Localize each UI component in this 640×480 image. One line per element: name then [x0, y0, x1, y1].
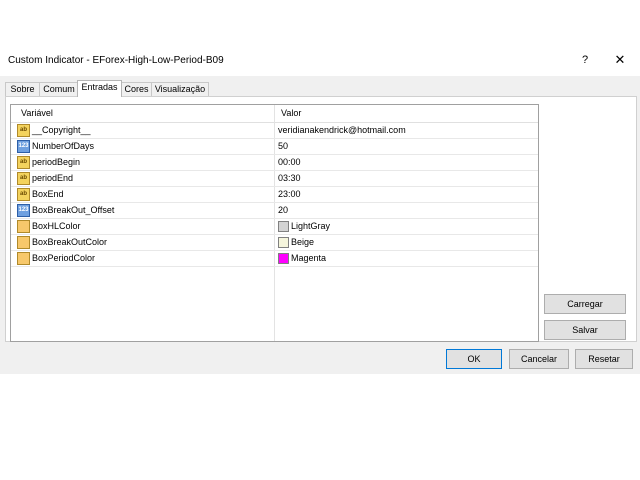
color-type-icon: [17, 220, 30, 233]
color-swatch[interactable]: [278, 237, 289, 248]
table-row[interactable]: BoxPeriodColor Magenta: [11, 250, 538, 267]
variable-name: BoxPeriodColor: [32, 253, 96, 263]
header-variable[interactable]: Variável: [21, 108, 53, 118]
variable-value[interactable]: 50: [278, 141, 288, 151]
window-title: Custom Indicator - EForex-High-Low-Perio…: [8, 55, 224, 66]
header-value[interactable]: Valor: [281, 108, 301, 118]
table-row[interactable]: BoxHLColor LightGray: [11, 218, 538, 235]
number-type-icon: 123: [17, 204, 30, 217]
variable-name: BoxBreakOut_Offset: [32, 205, 115, 215]
save-button[interactable]: Salvar: [544, 320, 626, 340]
variable-value[interactable]: 23:00: [278, 189, 301, 199]
variable-name: periodEnd: [32, 173, 74, 183]
variable-value[interactable]: LightGray: [291, 221, 330, 231]
help-icon[interactable]: ?: [578, 53, 592, 67]
variable-name: periodBegin: [32, 157, 81, 167]
variable-value[interactable]: veridianakendrick@hotmail.com: [278, 125, 406, 135]
tab-cores[interactable]: Cores: [120, 82, 153, 96]
variable-name: BoxHLColor: [32, 221, 81, 231]
number-type-icon: 123: [17, 140, 30, 153]
string-type-icon: ab: [17, 124, 30, 137]
string-type-icon: ab: [17, 156, 30, 169]
ok-button[interactable]: OK: [446, 349, 502, 369]
table-row[interactable]: ab periodEnd 03:30: [11, 170, 538, 187]
color-type-icon: [17, 236, 30, 249]
variable-name: __Copyright__: [32, 125, 91, 135]
tab-sobre[interactable]: Sobre: [5, 82, 40, 96]
table-row[interactable]: ab BoxEnd 23:00: [11, 186, 538, 203]
load-button[interactable]: Carregar: [544, 294, 626, 314]
string-type-icon: ab: [17, 188, 30, 201]
close-icon[interactable]: ✕: [612, 53, 628, 67]
color-swatch[interactable]: [278, 253, 289, 264]
tab-entradas[interactable]: Entradas: [77, 80, 122, 97]
table-row[interactable]: ab __Copyright__ veridianakendrick@hotma…: [11, 122, 538, 139]
variable-value[interactable]: Beige: [291, 237, 314, 247]
table-row[interactable]: BoxBreakOutColor Beige: [11, 234, 538, 251]
variable-value[interactable]: 03:30: [278, 173, 301, 183]
cancel-button[interactable]: Cancelar: [509, 349, 569, 369]
variable-value[interactable]: 00:00: [278, 157, 301, 167]
inputs-grid[interactable]: Variável Valor ab __Copyright__ veridian…: [10, 104, 539, 342]
table-row[interactable]: 123 NumberOfDays 50: [11, 138, 538, 155]
variable-value[interactable]: 20: [278, 205, 288, 215]
string-type-icon: ab: [17, 172, 30, 185]
variable-name: NumberOfDays: [32, 141, 95, 151]
variable-name: BoxEnd: [32, 189, 64, 199]
color-type-icon: [17, 252, 30, 265]
tab-comum[interactable]: Comum: [39, 82, 79, 96]
variable-name: BoxBreakOutColor: [32, 237, 108, 247]
color-swatch[interactable]: [278, 221, 289, 232]
title-bar: Custom Indicator - EForex-High-Low-Perio…: [0, 44, 640, 76]
reset-button[interactable]: Resetar: [575, 349, 633, 369]
table-row[interactable]: ab periodBegin 00:00: [11, 154, 538, 171]
table-row[interactable]: 123 BoxBreakOut_Offset 20: [11, 202, 538, 219]
tab-visualizacao[interactable]: Visualização: [151, 82, 209, 96]
variable-value[interactable]: Magenta: [291, 253, 326, 263]
